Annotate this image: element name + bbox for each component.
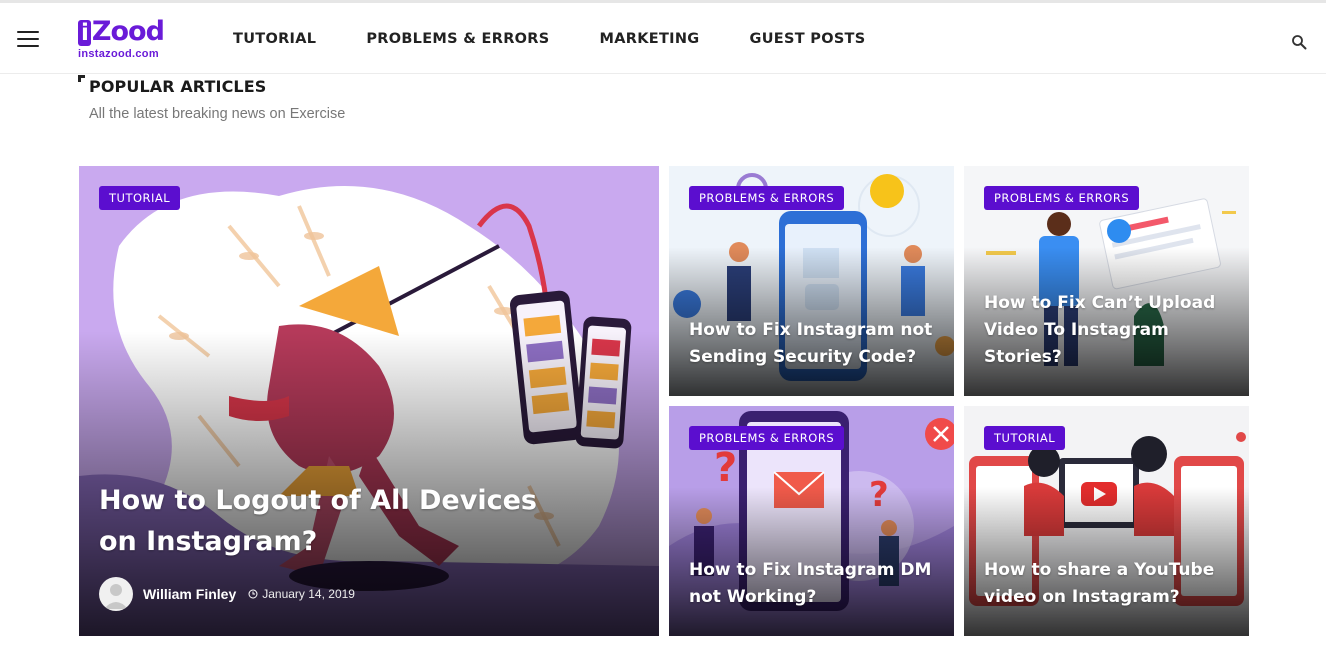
nav-marketing[interactable]: MARKETING — [600, 31, 700, 47]
article-title[interactable]: How to Fix Instagram DM not Working? — [689, 557, 939, 611]
category-badge[interactable]: TUTORIAL — [984, 426, 1066, 450]
avatar-icon[interactable] — [99, 577, 133, 611]
article-title[interactable]: How to Fix Can’t Upload Video To Instagr… — [984, 290, 1234, 371]
logo-subtitle: instazood.com — [78, 48, 159, 60]
heading-corner-mark — [78, 75, 85, 82]
logo-wordmark: i Zood — [78, 17, 178, 47]
clock-icon — [248, 589, 258, 599]
author-name[interactable]: William Finley — [143, 586, 236, 602]
nav-guest-posts[interactable]: GUEST POSTS — [750, 31, 866, 47]
article-card[interactable]: TUTORIAL How to share a YouTube video on… — [964, 406, 1249, 636]
category-badge[interactable]: PROBLEMS & ERRORS — [689, 186, 845, 210]
article-title[interactable]: How to share a YouTube video on Instagra… — [984, 557, 1234, 611]
menu-icon[interactable] — [17, 31, 39, 47]
article-card[interactable]: PROBLEMS & ERRORS How to Fix Can’t Uploa… — [964, 166, 1249, 396]
main-nav: TUTORIAL PROBLEMS & ERRORS MARKETING GUE… — [233, 31, 916, 47]
article-card[interactable]: ? ? PROBLEMS & ERRORS How to Fix Instagr… — [669, 406, 954, 636]
nav-tutorial[interactable]: TUTORIAL — [233, 31, 316, 47]
site-logo[interactable]: i Zood instazood.com — [78, 17, 178, 67]
article-title[interactable]: How to Logout of All Devices on Instagra… — [99, 480, 569, 562]
article-card[interactable]: PROBLEMS & ERRORS How to Fix Instagram n… — [669, 166, 954, 396]
article-title[interactable]: How to Fix Instagram not Sending Securit… — [689, 317, 939, 371]
post-date: January 14, 2019 — [248, 587, 355, 601]
article-meta: William Finley January 14, 2019 — [99, 577, 355, 611]
category-badge[interactable]: PROBLEMS & ERRORS — [984, 186, 1140, 210]
section-subtitle: All the latest breaking news on Exercise — [89, 106, 346, 122]
post-date-text: January 14, 2019 — [262, 587, 355, 601]
category-badge[interactable]: TUTORIAL — [99, 186, 181, 210]
article-card-featured[interactable]: TUTORIAL How to Logout of All Devices on… — [79, 166, 659, 636]
svg-text:?: ? — [714, 445, 737, 491]
nav-problems-errors[interactable]: PROBLEMS & ERRORS — [366, 31, 549, 47]
section-title: POPULAR ARTICLES — [89, 77, 267, 96]
search-icon[interactable] — [1291, 34, 1307, 50]
top-navbar: i Zood instazood.com TUTORIAL PROBLEMS & … — [0, 0, 1326, 74]
category-badge[interactable]: PROBLEMS & ERRORS — [689, 426, 845, 450]
